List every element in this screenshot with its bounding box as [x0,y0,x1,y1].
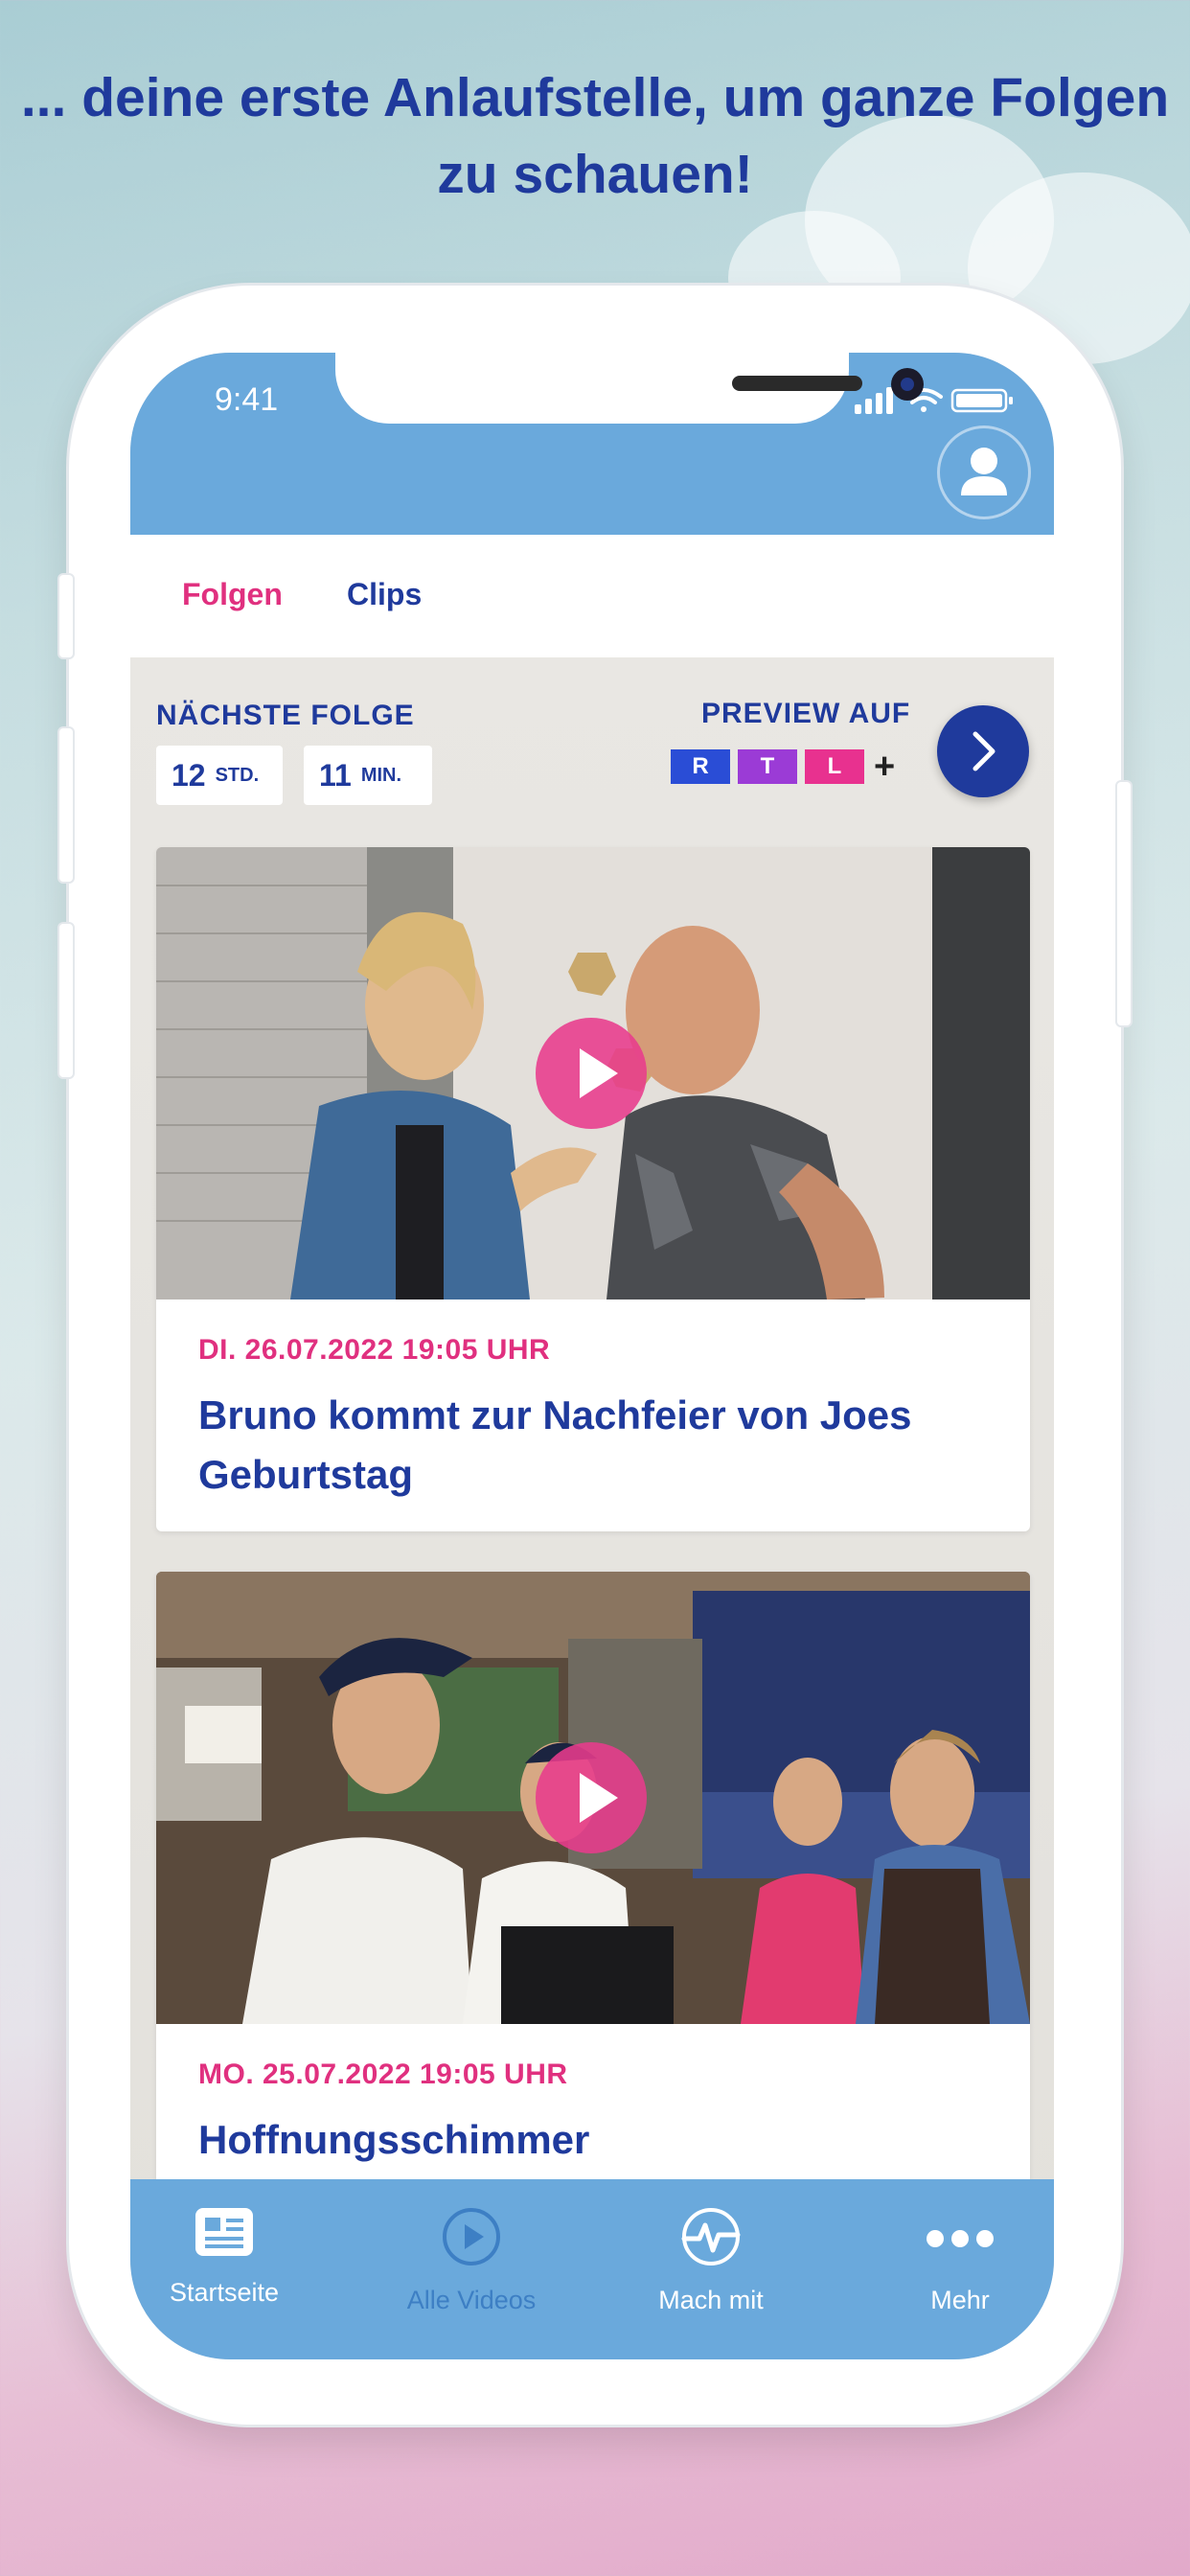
user-icon [961,448,1007,495]
countdown-minutes-unit: MIN. [360,764,402,786]
countdown-hours: 12 STD. [156,746,283,805]
rtl-logo-r: R [671,749,730,784]
play-button[interactable] [536,1742,647,1853]
countdown-hours-value: 12 [172,757,206,793]
news-icon [195,2208,253,2256]
tab-clips[interactable]: Clips [347,577,422,612]
battery-icon [950,388,1013,413]
nav-label: Alle Videos [406,2286,537,2314]
rtl-logo-l: L [805,749,864,784]
nav-label: Startseite [169,2278,280,2307]
nav-alle-videos[interactable]: Alle Videos [366,2206,577,2315]
tab-folgen[interactable]: Folgen [182,577,283,612]
nav-mehr[interactable]: Mehr [855,2206,1054,2315]
earpiece-speaker [732,376,862,391]
power-button [1117,782,1131,1025]
signal-icon [855,387,893,414]
episode-card[interactable]: MO. 25.07.2022 19:05 UHR Hoffnungsschimm… [156,1572,1030,2242]
front-camera [891,368,924,401]
more-dots-icon [927,2230,994,2247]
countdown-hours-unit: STD. [215,764,260,786]
phone-notch [335,353,924,424]
rtl-logo-t: T [738,749,797,784]
countdown-minutes: 11 MIN. [304,746,432,805]
preview-next-button[interactable] [937,705,1029,797]
episode-title[interactable]: Hoffnungsschimmer [198,2110,994,2170]
profile-button[interactable] [937,426,1031,519]
nav-label: Mehr [930,2286,990,2314]
tab-bar: Folgen Clips [130,535,1054,657]
volume-up-button [59,728,73,882]
episode-thumbnail[interactable] [156,847,1030,1300]
nav-label: Mach mit [658,2286,764,2314]
rtl-plus-logo: R T L + [671,746,896,787]
episode-date: DI. 26.07.2022 19:05 UHR [198,1334,551,1366]
rtl-logo-plus: + [874,746,896,787]
app-screen: 9:41 Folgen Clips NÄCHSTE FOLGE 12 STD. … [130,353,1054,2359]
nav-mach-mit[interactable]: Mach mit [606,2206,816,2315]
nav-startseite[interactable]: Startseite [130,2206,330,2308]
play-circle-icon [443,2208,500,2266]
countdown-minutes-value: 11 [319,757,352,793]
play-button[interactable] [536,1018,647,1129]
pulse-icon [681,2208,741,2266]
chevron-right-icon [973,731,995,771]
next-episode-label: NÄCHSTE FOLGE [156,700,415,731]
episode-date: MO. 25.07.2022 19:05 UHR [198,2058,568,2090]
status-time: 9:41 [215,381,279,418]
episode-thumbnail[interactable] [156,1572,1030,2024]
episode-title[interactable]: Bruno kommt zur Nachfeier von Joes Gebur… [198,1386,994,1505]
preview-label: PREVIEW AUF [701,698,911,729]
bottom-navigation: Startseite Alle Videos Mach mit Mehr [130,2179,1054,2359]
volume-down-button [59,924,73,1077]
mute-switch [59,575,73,657]
episode-card[interactable]: DI. 26.07.2022 19:05 UHR Bruno kommt zur… [156,847,1030,1531]
promo-headline: ... deine erste Anlaufstelle, um ganze F… [20,67,1170,205]
status-icons [855,387,1013,414]
